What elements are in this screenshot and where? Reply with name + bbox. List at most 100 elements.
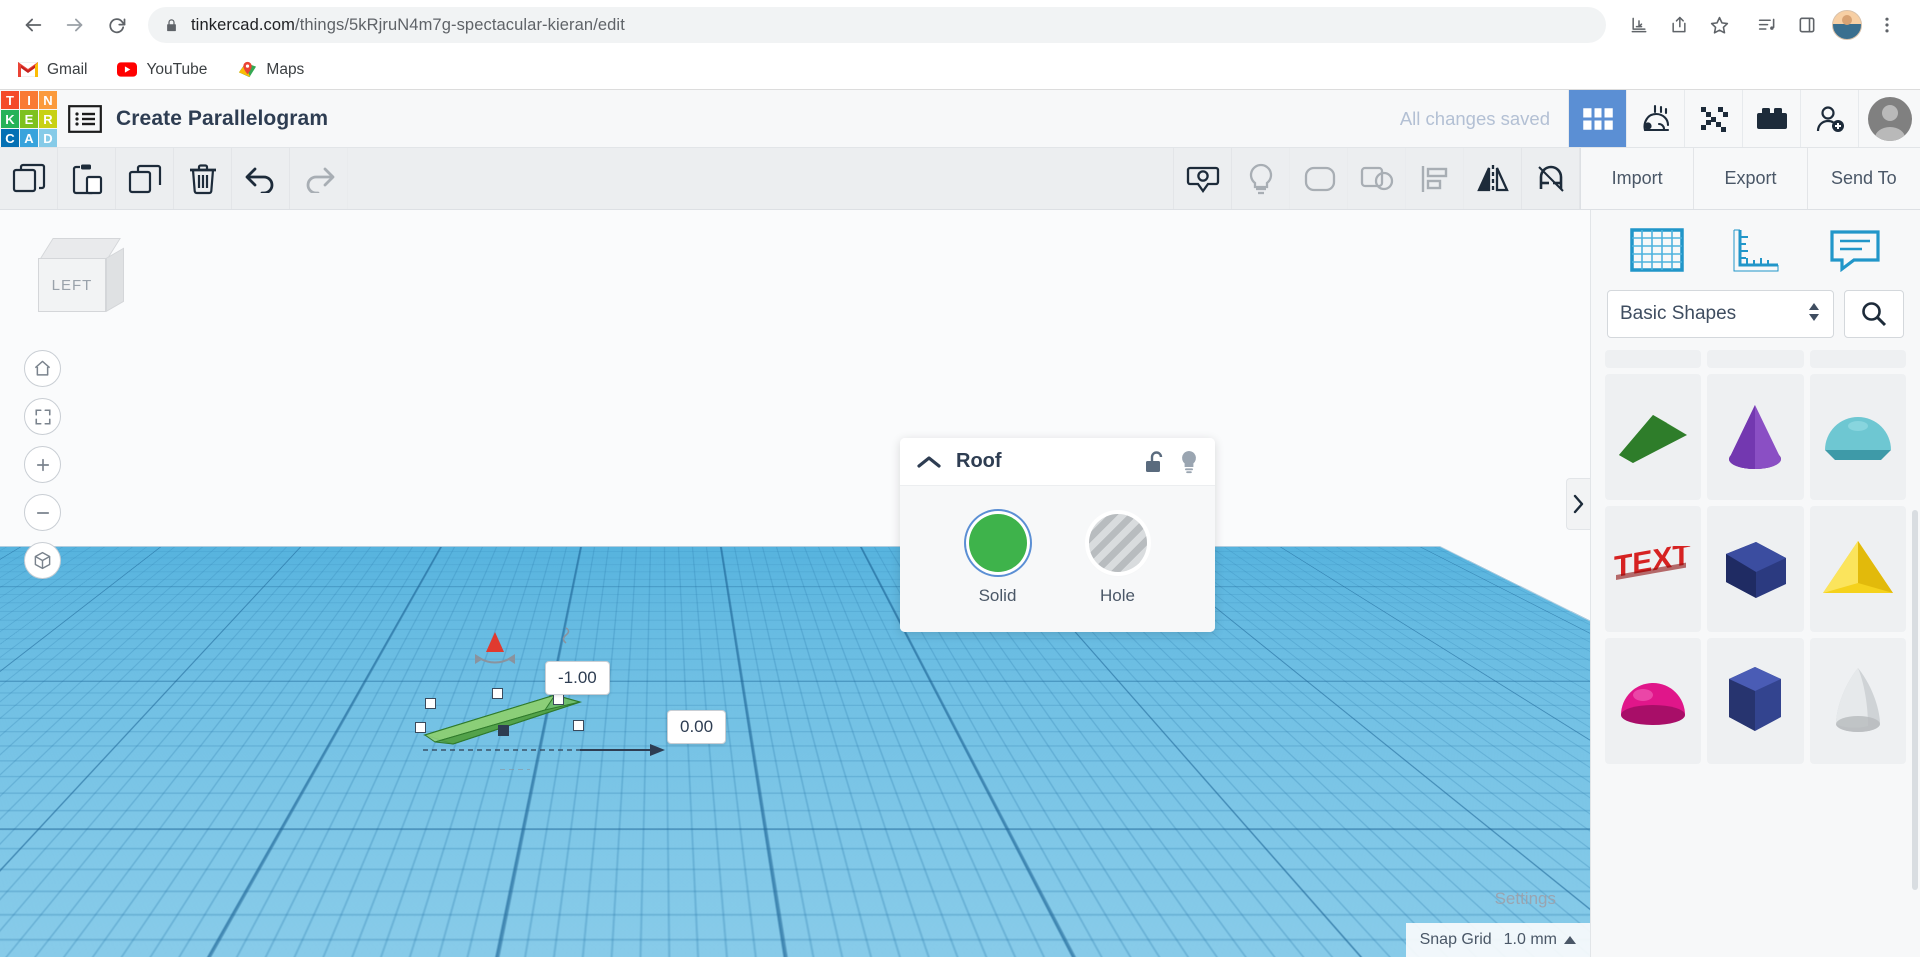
send-to-button[interactable]: Send To xyxy=(1806,148,1920,209)
resize-handle-n[interactable] xyxy=(492,688,503,699)
eye-shape-icon[interactable] xyxy=(1174,148,1232,209)
shape-roof[interactable] xyxy=(1605,374,1702,500)
forward-arrow-icon[interactable] xyxy=(56,6,94,44)
shape-collection-picker: Basic Shapes xyxy=(1591,290,1920,350)
shape-cell-partial-1[interactable] xyxy=(1605,350,1702,368)
chrome-menu-icon[interactable] xyxy=(1868,6,1906,44)
undo-arrow-icon[interactable] xyxy=(232,148,290,209)
inspector-body: Solid Hole xyxy=(900,486,1215,632)
redo-arrow-icon xyxy=(290,148,348,209)
shape-pyramid[interactable] xyxy=(1809,506,1906,632)
shape-half-sphere[interactable] xyxy=(1605,638,1702,764)
dimension-x-badge[interactable]: 0.00 xyxy=(667,710,727,744)
chevron-up-icon[interactable] xyxy=(916,454,942,470)
back-arrow-icon[interactable] xyxy=(14,6,52,44)
edit-toolbar: Import Export Send To xyxy=(0,148,1920,210)
fit-screen-icon[interactable] xyxy=(24,398,61,435)
plus-icon[interactable] xyxy=(24,446,61,483)
logo-tile-k: K xyxy=(1,110,19,128)
lightbulb-icon[interactable] xyxy=(1179,450,1199,474)
tab-ruler[interactable] xyxy=(1720,221,1792,279)
view-cube-side-face[interactable] xyxy=(106,247,124,312)
bookmark-star-icon[interactable] xyxy=(1700,6,1738,44)
solid-swatch[interactable]: Solid xyxy=(968,514,1027,606)
snap-grid-bar: Snap Grid 1.0 mm xyxy=(1405,923,1590,957)
dimension-z-badge[interactable]: -1.00 xyxy=(545,661,610,695)
tab-notes[interactable] xyxy=(1819,221,1891,279)
logo-tile-n: N xyxy=(39,91,57,109)
side-panel-icon[interactable] xyxy=(1788,6,1826,44)
tab-blocks[interactable] xyxy=(1742,90,1800,147)
collection-select[interactable]: Basic Shapes xyxy=(1607,290,1834,338)
share-icon[interactable] xyxy=(1660,6,1698,44)
header-spacer xyxy=(328,90,1400,147)
address-bar[interactable]: tinkercad.com/things/5kRjruN4m7g-spectac… xyxy=(148,7,1606,43)
duplicate-icon[interactable] xyxy=(116,148,174,209)
hole-swatch[interactable]: Hole xyxy=(1088,514,1147,606)
bookmark-gmail[interactable]: Gmail xyxy=(14,57,91,83)
shape-paraboloid[interactable] xyxy=(1809,638,1906,764)
inspector-title: Roof xyxy=(956,450,1002,472)
page-title: Create Parallelogram xyxy=(116,106,329,130)
user-avatar[interactable] xyxy=(1858,90,1920,147)
reload-icon[interactable] xyxy=(98,6,136,44)
logo-tile-e: E xyxy=(20,110,38,128)
import-button[interactable]: Import xyxy=(1581,148,1693,209)
download-icon[interactable] xyxy=(1620,6,1658,44)
search-icon[interactable] xyxy=(1844,290,1904,338)
profile-avatar[interactable] xyxy=(1828,6,1866,44)
inspector-header: Roof xyxy=(900,438,1215,486)
resize-handle-ne[interactable] xyxy=(553,694,564,705)
view-cube-front-face[interactable]: LEFT xyxy=(38,258,106,312)
resize-handle-w[interactable] xyxy=(415,722,426,733)
collection-select-label: Basic Shapes xyxy=(1620,303,1737,324)
omnibox-actions xyxy=(1620,6,1744,44)
resize-handle-e[interactable] xyxy=(573,720,584,731)
bookmark-youtube[interactable]: YouTube xyxy=(113,57,211,83)
workplane-grid[interactable] xyxy=(0,547,1590,957)
mirror-icon[interactable] xyxy=(1464,148,1522,209)
shapes-sidebar: Basic Shapes TEXT xyxy=(1590,210,1920,957)
view-cube[interactable]: LEFT xyxy=(38,238,130,320)
shape-cell-partial-2[interactable] xyxy=(1707,350,1804,368)
url-host: tinkercad.com xyxy=(191,15,296,34)
logo-tile-t: T xyxy=(1,91,19,109)
chevron-right-icon[interactable] xyxy=(1566,478,1590,530)
project-list-icon[interactable] xyxy=(58,90,112,147)
shape-wedge[interactable] xyxy=(1707,506,1804,632)
cube-icon[interactable] xyxy=(24,542,61,579)
bookmark-maps[interactable]: Maps xyxy=(233,57,308,83)
paste-icon[interactable] xyxy=(58,148,116,209)
tab-invite[interactable] xyxy=(1800,90,1858,147)
copy-icon[interactable] xyxy=(0,148,58,209)
tab-design[interactable] xyxy=(1568,90,1626,147)
design-canvas[interactable]: LEFT -1.00 0.00 Settings Snap Grid 1.0 m… xyxy=(0,210,1590,957)
tab-shapes[interactable] xyxy=(1621,221,1693,279)
export-button[interactable]: Export xyxy=(1693,148,1806,209)
magnet-icon[interactable] xyxy=(1522,148,1580,209)
sidebar-scrollbar[interactable] xyxy=(1912,510,1918,890)
shape-polygon[interactable] xyxy=(1707,638,1804,764)
toolbar-gap xyxy=(348,148,1174,209)
unlock-padlock-icon[interactable] xyxy=(1143,450,1165,474)
shape-cell-partial-3[interactable] xyxy=(1809,350,1906,368)
solid-swatch-label: Solid xyxy=(978,586,1017,605)
tab-simulate[interactable] xyxy=(1684,90,1742,147)
tinkercad-logo[interactable]: T I N K E R C A D xyxy=(0,90,58,148)
shape-text[interactable]: TEXT xyxy=(1605,506,1702,632)
trash-icon[interactable] xyxy=(174,148,232,209)
resize-handle-nw[interactable] xyxy=(425,698,436,709)
minus-icon[interactable] xyxy=(24,494,61,531)
tab-codeblocks[interactable] xyxy=(1626,90,1684,147)
home-icon[interactable] xyxy=(24,350,61,387)
view-controls xyxy=(24,350,61,579)
shape-cone[interactable] xyxy=(1707,374,1804,500)
snap-grid-value-select[interactable]: 1.0 mm xyxy=(1504,931,1576,949)
shape-inspector-panel[interactable]: Roof Solid Hole xyxy=(900,438,1215,632)
settings-button[interactable]: Settings xyxy=(1483,883,1568,915)
shape-half-cylinder[interactable] xyxy=(1809,374,1906,500)
resize-handle-s[interactable] xyxy=(498,725,509,736)
music-list-icon[interactable] xyxy=(1748,6,1786,44)
sidebar-tabs xyxy=(1591,210,1920,290)
hole-swatch-label: Hole xyxy=(1100,586,1135,605)
